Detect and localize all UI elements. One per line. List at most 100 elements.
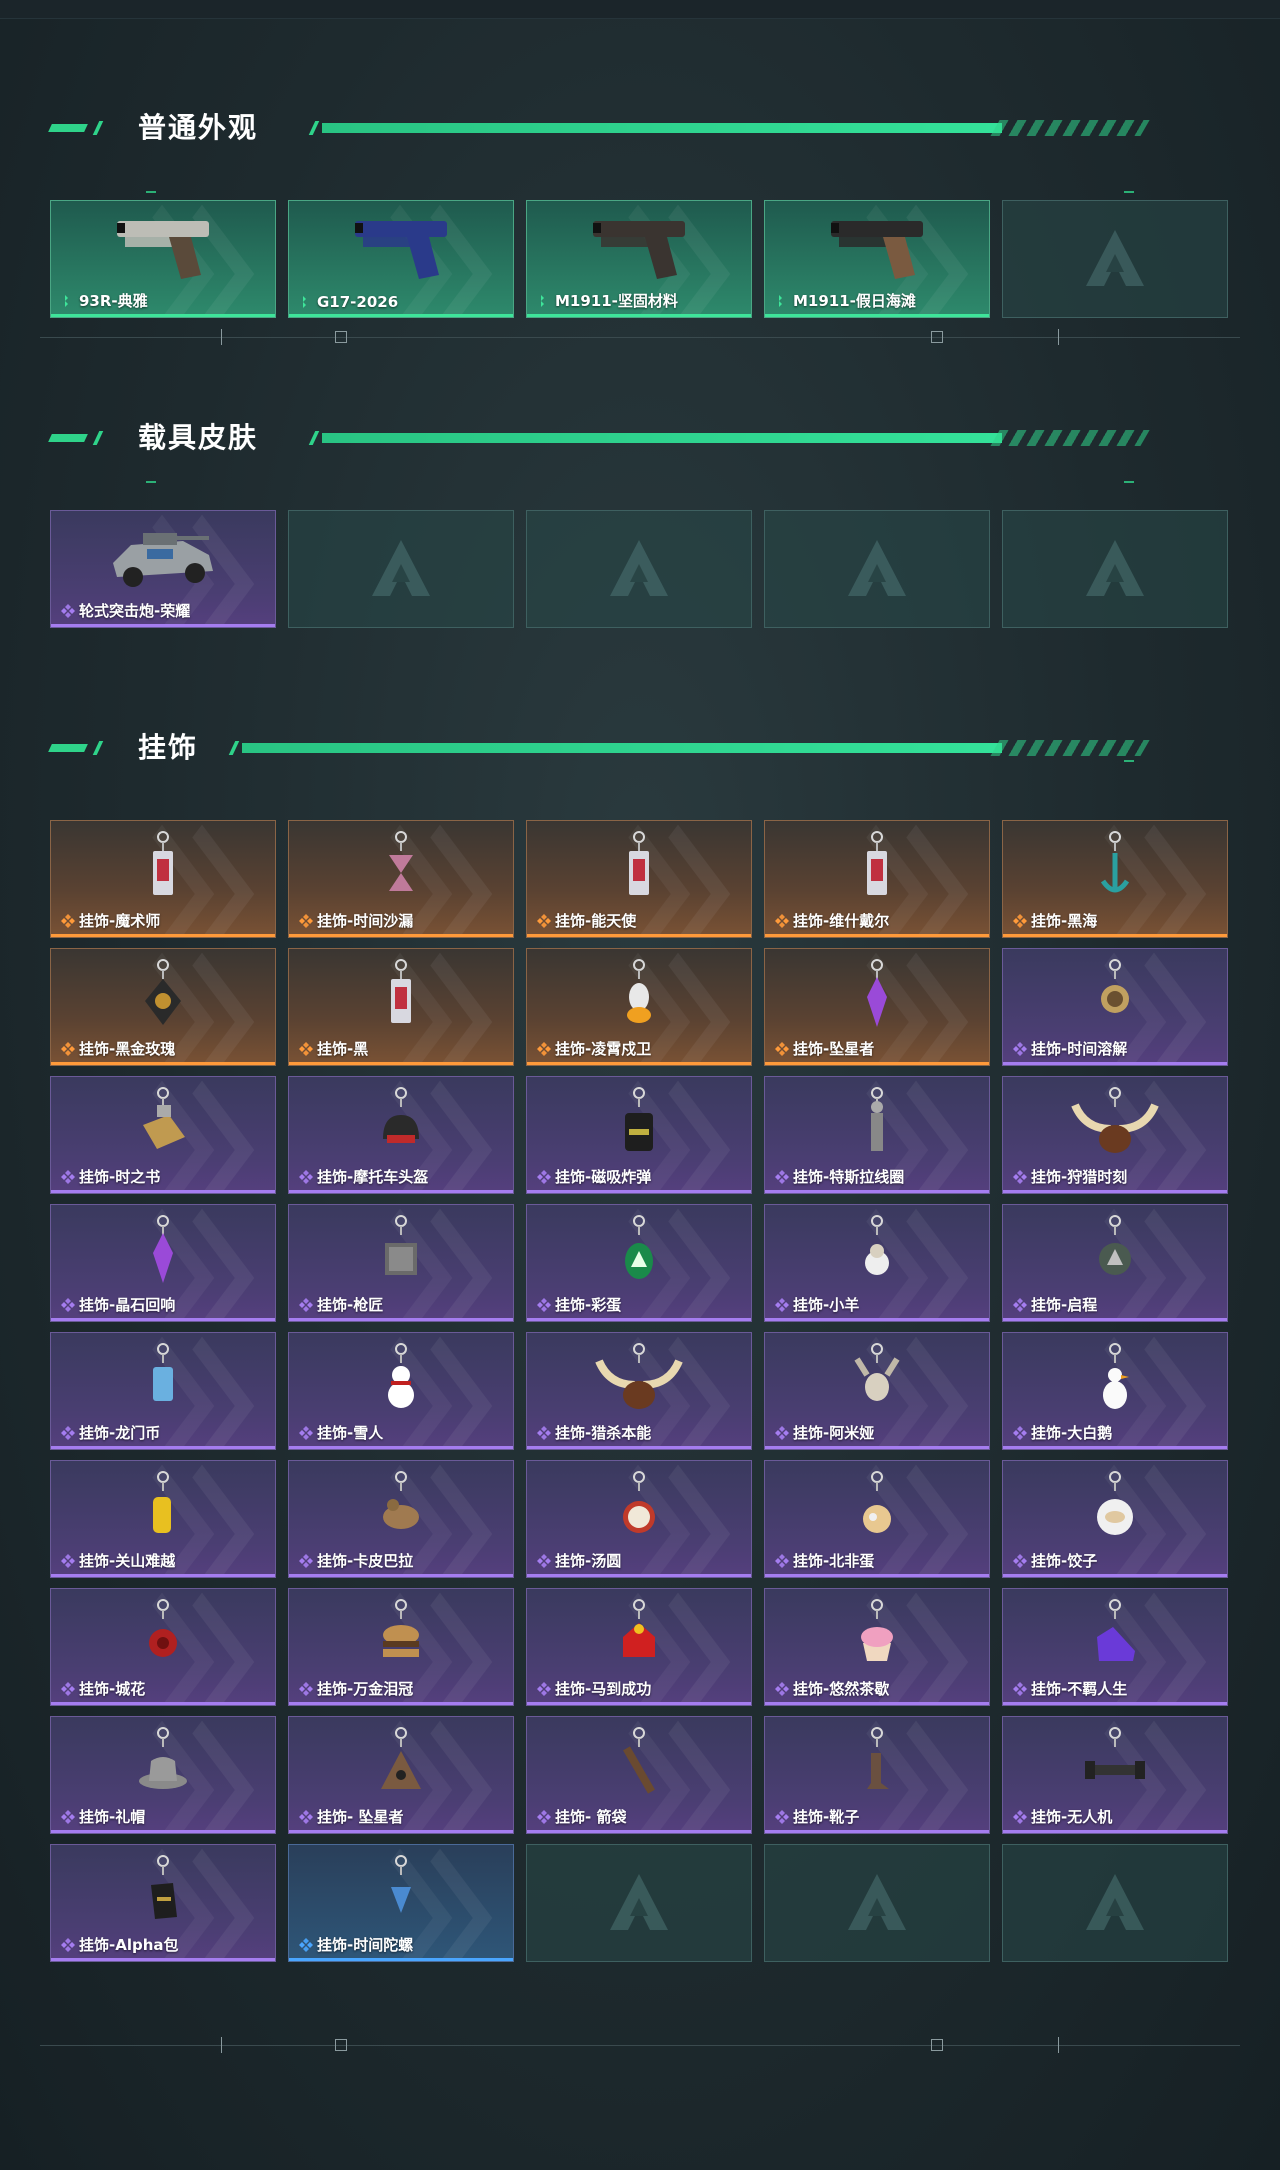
item-name: M1911-坚固材料 [555, 292, 678, 310]
pistol-dark-icon [593, 221, 685, 279]
item-label: 挂饰-汤圆 [537, 1550, 621, 1571]
item-name: 挂饰-城花 [79, 1680, 146, 1698]
item-card[interactable]: 挂饰-时间陀螺 [288, 1844, 514, 1962]
charm-flower-icon [149, 1599, 177, 1657]
item-card[interactable]: 挂饰-魔术师 [50, 820, 276, 938]
item-label: 挂饰-无人机 [1013, 1806, 1112, 1827]
item-card[interactable]: 挂饰-小羊 [764, 1204, 990, 1322]
item-card[interactable]: 挂饰-特斯拉线圈 [764, 1076, 990, 1194]
item-card[interactable]: 挂饰-时之书 [50, 1076, 276, 1194]
charm-bird-icon [627, 959, 651, 1023]
item-name: 挂饰- 箭袋 [555, 1808, 627, 1826]
charm-bowl-icon [623, 1471, 655, 1533]
rarity-diamond-icon [1013, 913, 1027, 928]
item-label: 挂饰-晶石回响 [61, 1294, 175, 1315]
item-card[interactable]: 挂饰-枪匠 [288, 1204, 514, 1322]
item-card[interactable]: 挂饰-时间沙漏 [288, 820, 514, 938]
item-card[interactable]: 挂饰-黑海 [1002, 820, 1228, 938]
item-name: 挂饰-无人机 [1031, 1808, 1113, 1826]
item-card[interactable]: 挂饰-黑金玫瑰 [50, 948, 276, 1066]
item-card[interactable]: 挂饰-万金泪冠 [288, 1588, 514, 1706]
item-card[interactable]: 挂饰-坠星者 [764, 948, 990, 1066]
item-name: 挂饰-黑海 [1031, 912, 1098, 930]
item-name: 挂饰-晶石回响 [79, 1296, 176, 1314]
item-card[interactable]: M1911-假日海滩 [764, 200, 990, 318]
charm-card-icon [391, 959, 411, 1023]
accent-bar [322, 123, 1002, 133]
empty-slot [526, 510, 752, 628]
section-header-charms: 挂饰 [48, 728, 1200, 768]
pistol-blue-icon [355, 221, 447, 279]
item-card[interactable]: 挂饰-饺子 [1002, 1460, 1228, 1578]
item-card[interactable]: 挂饰-大白鹅 [1002, 1332, 1228, 1450]
accent-dash [92, 121, 104, 135]
item-card[interactable]: 挂饰-晶石回响 [50, 1204, 276, 1322]
item-card[interactable]: 挂饰-摩托车头盔 [288, 1076, 514, 1194]
section-header-normal-skins: 普通外观 [48, 108, 1200, 148]
vehicle-skins-grid: 轮式突击炮-荣耀 [50, 510, 1230, 628]
rarity-diamond-icon [299, 913, 313, 928]
empty-slot [1002, 510, 1228, 628]
item-card[interactable]: 挂饰-凌霄戍卫 [526, 948, 752, 1066]
item-card[interactable]: 挂饰- 箭袋 [526, 1716, 752, 1834]
item-name: 挂饰-坠星者 [793, 1040, 875, 1058]
item-card[interactable]: 挂饰-龙门币 [50, 1332, 276, 1450]
item-card[interactable]: 挂饰- 坠星者 [288, 1716, 514, 1834]
item-name: 挂饰-小羊 [793, 1296, 860, 1314]
item-card[interactable]: 挂饰-维什戴尔 [764, 820, 990, 938]
item-card[interactable]: 挂饰-黑 [288, 948, 514, 1066]
item-card[interactable]: 挂饰-靴子 [764, 1716, 990, 1834]
item-card[interactable]: 挂饰-卡皮巴拉 [288, 1460, 514, 1578]
item-name: 挂饰-黑金玫瑰 [79, 1040, 176, 1058]
charm-helmet-icon [383, 1087, 419, 1143]
charm-scroll-icon [153, 1471, 171, 1533]
item-label: 挂饰- 箭袋 [537, 1806, 626, 1827]
rarity-diamond-icon [1013, 1297, 1027, 1312]
rarity-diamond-icon [61, 1041, 75, 1056]
item-card[interactable]: 挂饰-能天使 [526, 820, 752, 938]
checker-pattern [990, 740, 1150, 756]
rarity-diamond-icon [537, 913, 551, 928]
item-card[interactable]: 挂饰-汤圆 [526, 1460, 752, 1578]
item-label: 挂饰-不羁人生 [1013, 1678, 1127, 1699]
checker-pattern [990, 120, 1150, 136]
item-card[interactable]: 挂饰-雪人 [288, 1332, 514, 1450]
item-card[interactable]: 挂饰-猎杀本能 [526, 1332, 752, 1450]
item-card[interactable]: 挂饰-马到成功 [526, 1588, 752, 1706]
item-card[interactable]: 挂饰-彩蛋 [526, 1204, 752, 1322]
placeholder-logo-icon [848, 1874, 906, 1930]
rarity-diamond-icon [299, 1681, 313, 1696]
tick-mark [146, 481, 156, 483]
charm-horse-icon [623, 1599, 655, 1657]
item-card[interactable]: 挂饰-阿米娅 [764, 1332, 990, 1450]
item-label: 挂饰-凌霄戍卫 [537, 1038, 651, 1059]
item-label: 挂饰-维什戴尔 [775, 910, 889, 931]
item-card[interactable]: 挂饰-礼帽 [50, 1716, 276, 1834]
item-card[interactable]: 挂饰-Alpha包 [50, 1844, 276, 1962]
item-card[interactable]: M1911-坚固材料 [526, 200, 752, 318]
item-card[interactable]: 挂饰-城花 [50, 1588, 276, 1706]
placeholder-logo-icon [1086, 230, 1144, 286]
item-card[interactable]: 93R-典雅 [50, 200, 276, 318]
item-card[interactable]: G17-2026 [288, 200, 514, 318]
item-card[interactable]: 挂饰-悠然茶歇 [764, 1588, 990, 1706]
item-name: 挂饰-特斯拉线圈 [793, 1168, 905, 1186]
tick-mark [1124, 191, 1134, 193]
item-card[interactable]: 挂饰-狩猎时刻 [1002, 1076, 1228, 1194]
item-card[interactable]: 挂饰-启程 [1002, 1204, 1228, 1322]
item-label: 挂饰-坠星者 [775, 1038, 874, 1059]
item-card[interactable]: 挂饰-不羁人生 [1002, 1588, 1228, 1706]
rarity-diamond-icon [775, 1425, 789, 1440]
item-card[interactable]: 挂饰-时间溶解 [1002, 948, 1228, 1066]
item-card[interactable]: 挂饰-关山难越 [50, 1460, 276, 1578]
charm-book-icon [143, 1087, 185, 1149]
item-name: 挂饰-阿米娅 [793, 1424, 875, 1442]
item-card[interactable]: 轮式突击炮-荣耀 [50, 510, 276, 628]
item-label: 挂饰-关山难越 [61, 1550, 175, 1571]
item-card[interactable]: 挂饰-无人机 [1002, 1716, 1228, 1834]
item-card[interactable]: 挂饰-北非蛋 [764, 1460, 990, 1578]
rarity-diamond-icon [537, 1681, 551, 1696]
checker-pattern [990, 430, 1150, 446]
item-label: 挂饰-磁吸炸弹 [537, 1166, 651, 1187]
item-card[interactable]: 挂饰-磁吸炸弹 [526, 1076, 752, 1194]
